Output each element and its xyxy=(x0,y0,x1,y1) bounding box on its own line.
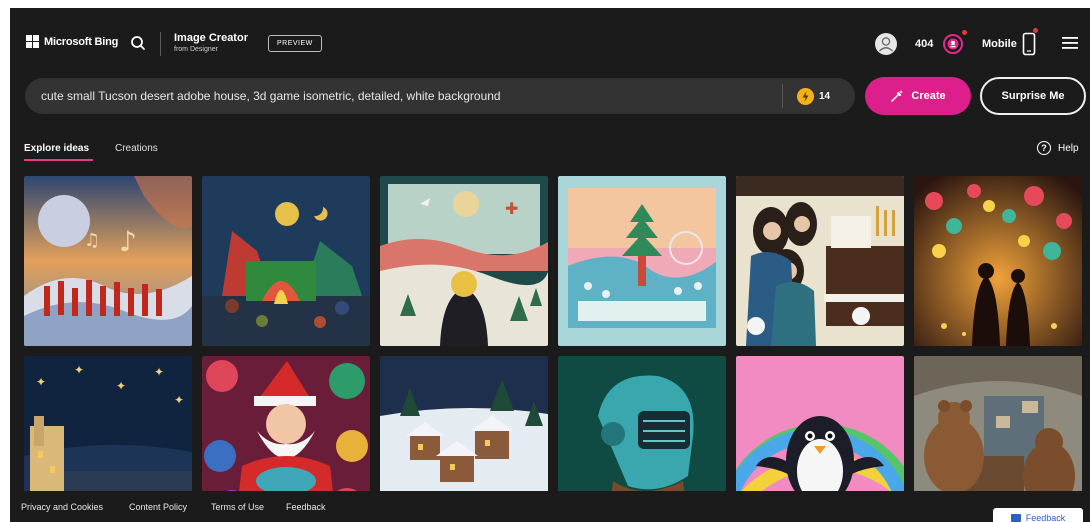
active-tab-indicator xyxy=(24,159,93,161)
feedback-button[interactable]: Feedback xyxy=(993,508,1083,522)
hamburger-menu-icon[interactable] xyxy=(1062,36,1078,50)
svg-text:✦: ✦ xyxy=(174,393,184,407)
create-label: Create xyxy=(911,90,946,102)
mobile-link[interactable]: Mobile xyxy=(982,38,1017,50)
user-icon xyxy=(879,37,893,52)
svg-text:♫: ♫ xyxy=(84,230,100,251)
phone-icon[interactable] xyxy=(1022,32,1036,56)
svg-text:✦: ✦ xyxy=(74,363,84,377)
campfire-village-image xyxy=(202,176,370,346)
tab-explore-ideas[interactable]: Explore ideas xyxy=(24,143,89,154)
moon-hill-traveler-image: ✚ xyxy=(380,176,548,346)
feedback-button-label: Feedback xyxy=(1025,513,1066,522)
gallery-image-campfire-village[interactable] xyxy=(202,176,370,346)
gallery-image-music-clouds[interactable]: ♪ ♫ xyxy=(24,176,192,346)
gallery-image-lantern-festival[interactable] xyxy=(914,176,1082,346)
feedback-icon xyxy=(1010,514,1021,522)
app-title[interactable]: Image Creator xyxy=(174,32,248,44)
prompt-input[interactable]: cute small Tucson desert adobe house, 3d… xyxy=(25,78,855,114)
search-icon[interactable] xyxy=(128,33,148,53)
svg-text:♪: ♪ xyxy=(119,225,137,258)
gallery-image-moon-hill-traveler[interactable]: ✚ xyxy=(380,176,548,346)
help-icon: ? xyxy=(1037,141,1051,155)
footer-link-privacy[interactable]: Privacy and Cookies xyxy=(21,502,103,512)
top-bar: Microsoft Bing Image Creator from Design… xyxy=(10,8,1090,78)
boost-count: 14 xyxy=(819,91,831,102)
lantern-festival-image xyxy=(914,176,1082,346)
footer: Privacy and Cookies Content Policy Terms… xyxy=(10,491,1090,522)
preview-badge: PREVIEW xyxy=(268,35,322,52)
footer-link-content-policy[interactable]: Content Policy xyxy=(129,502,187,512)
surprise-me-button[interactable]: Surprise Me xyxy=(980,77,1086,115)
brand-name: Microsoft Bing xyxy=(44,35,119,48)
svg-text:✦: ✦ xyxy=(154,365,164,379)
windows-logo-icon xyxy=(26,35,39,48)
prompt-text[interactable]: cute small Tucson desert adobe house, 3d… xyxy=(41,89,501,103)
bing-logo[interactable]: Microsoft Bing xyxy=(26,35,118,48)
svg-text:✚: ✚ xyxy=(505,199,518,218)
app-subtitle: from Designer xyxy=(174,46,218,53)
svg-text:✦: ✦ xyxy=(116,379,126,393)
magic-wand-icon xyxy=(891,90,904,102)
app-frame: Microsoft Bing Image Creator from Design… xyxy=(10,8,1090,522)
surprise-label: Surprise Me xyxy=(1001,90,1065,102)
footer-link-feedback[interactable]: Feedback xyxy=(286,502,326,512)
gallery-image-paper-pagoda-park[interactable] xyxy=(558,176,726,346)
paper-pagoda-park-image xyxy=(558,176,726,346)
header-divider xyxy=(160,32,161,56)
piano-women-cats-image xyxy=(736,176,904,346)
create-button[interactable]: Create xyxy=(865,77,971,115)
gallery-image-piano-women-cats[interactable] xyxy=(736,176,904,346)
footer-link-terms[interactable]: Terms of Use xyxy=(211,502,264,512)
user-avatar[interactable] xyxy=(875,33,897,55)
prompt-divider xyxy=(782,84,783,108)
help-link[interactable]: ? Help xyxy=(1037,141,1079,155)
boost-counter[interactable]: 14 xyxy=(797,88,830,105)
boost-coin-icon xyxy=(797,88,814,105)
svg-text:✦: ✦ xyxy=(36,375,46,389)
rewards-points[interactable]: 404 xyxy=(915,38,933,50)
tab-creations[interactable]: Creations xyxy=(115,143,158,154)
rewards-trophy-icon[interactable] xyxy=(942,33,964,55)
music-clouds-image: ♪ ♫ xyxy=(24,176,192,346)
help-label: Help xyxy=(1058,142,1079,154)
notification-dot xyxy=(962,30,967,35)
mobile-notification-dot xyxy=(1033,28,1038,33)
